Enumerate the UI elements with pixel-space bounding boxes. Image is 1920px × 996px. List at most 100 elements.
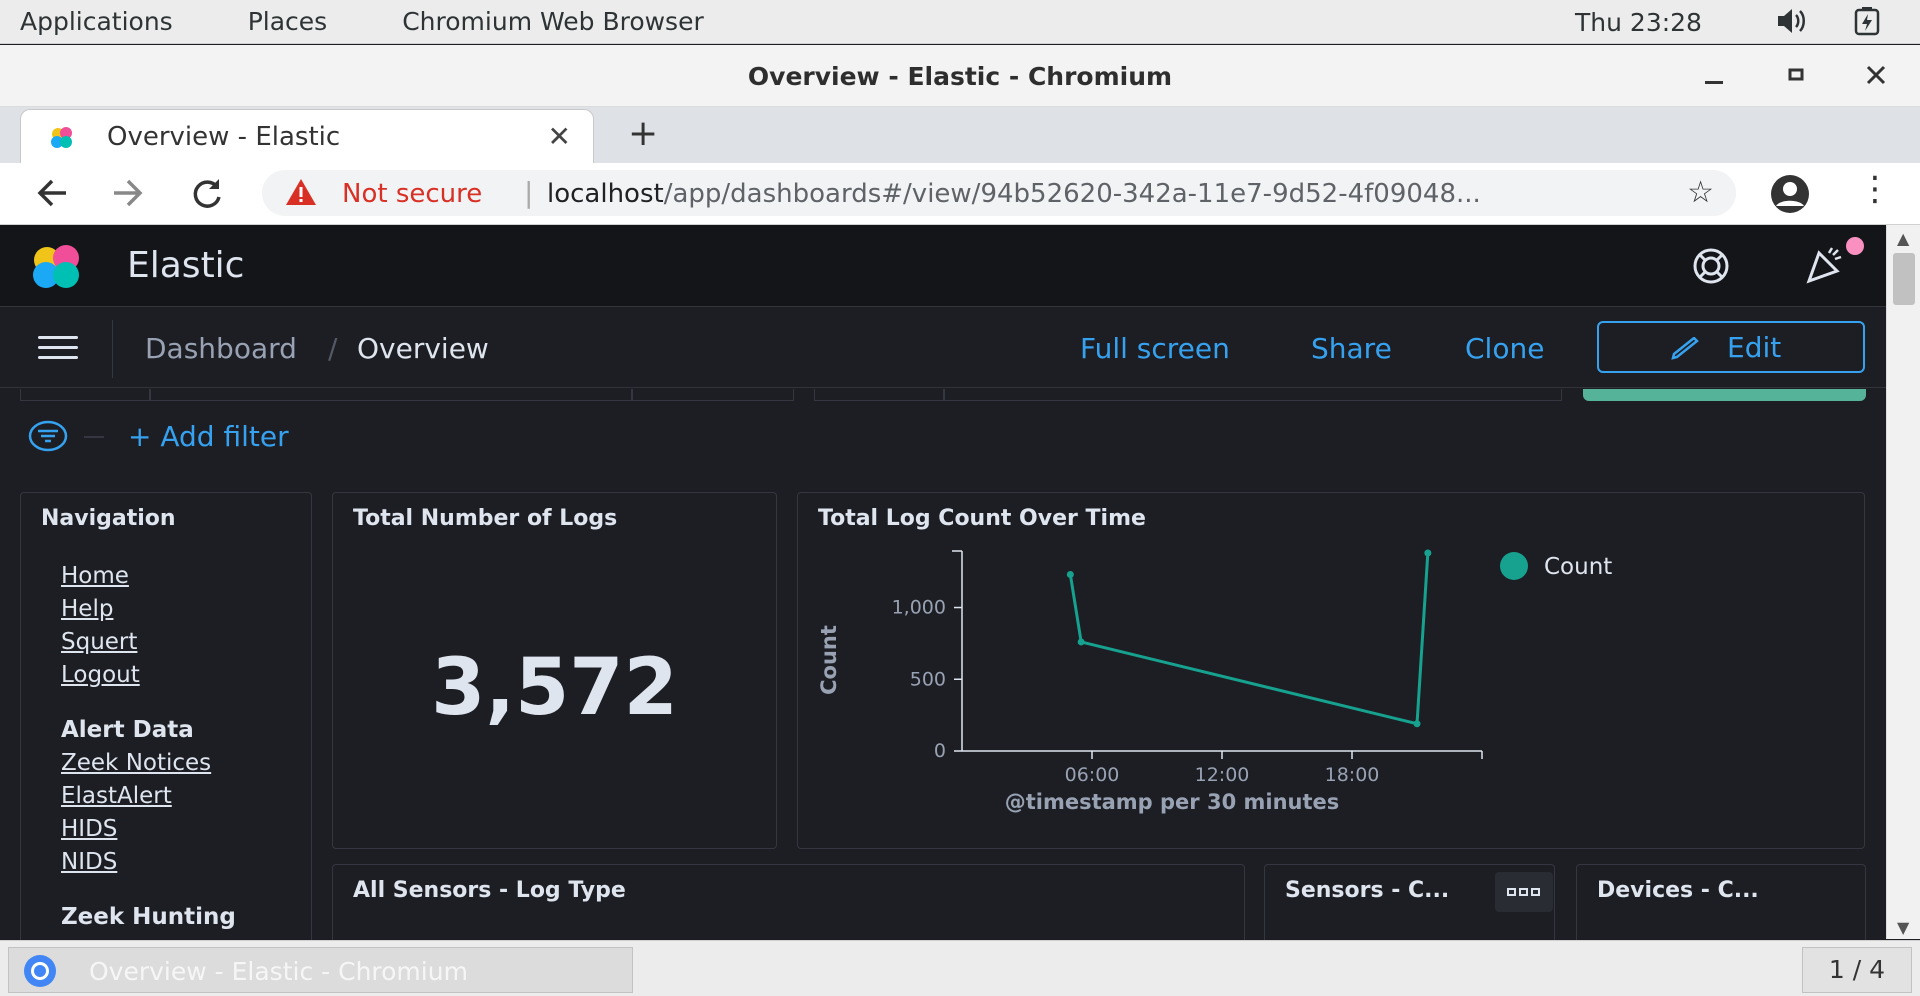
filter-options-icon[interactable] <box>28 420 68 452</box>
y-axis-title: Count <box>817 625 841 695</box>
panel-title: Devices - C... <box>1597 878 1759 903</box>
system-top-bar: Applications Places Chromium Web Browser… <box>0 0 1920 44</box>
panel-title: Total Number of Logs <box>353 506 618 531</box>
line-chart: 0 500 1,000 06:00 12:00 18:00 @timestamp per 3… <box>817 549 1612 814</box>
section-heading-alert-data: Alert Data <box>61 717 194 743</box>
breadcrumb-dashboard[interactable]: Dashboard <box>145 332 297 365</box>
data-point <box>1424 549 1432 557</box>
edit-label: Edit <box>1727 331 1782 364</box>
filter-divider <box>84 436 104 438</box>
navigation-links: Home Help Squert Logout Alert Data Zeek … <box>61 563 236 937</box>
query-segment[interactable] <box>632 389 794 401</box>
nav-link-hids[interactable]: HIDS <box>61 816 236 849</box>
panel-options-icon[interactable] <box>1495 872 1553 912</box>
log-count-chart-panel: Total Log Count Over Time 0 500 1,000 06:00… <box>797 492 1865 849</box>
chromium-icon <box>24 955 56 987</box>
legend-label-count: Count <box>1544 554 1612 580</box>
total-logs-panel: Total Number of Logs 3,572 <box>332 492 777 849</box>
tab-strip: Overview - Elastic ✕ + <box>0 107 1920 163</box>
taskbar-item-chromium[interactable]: Overview - Elastic - Chromium <box>8 947 633 993</box>
refresh-button[interactable] <box>1583 389 1866 401</box>
maximize-icon[interactable] <box>1780 59 1812 91</box>
nav-link-elastalert[interactable]: ElastAlert <box>61 783 236 816</box>
url-separator: | <box>524 176 534 209</box>
taskbar: Overview - Elastic - Chromium 1 / 4 <box>0 940 1920 996</box>
navigation-panel: Navigation Home Help Squert Logout Alert… <box>20 492 312 952</box>
not-secure-label[interactable]: Not secure <box>342 179 482 209</box>
page-scrollbar[interactable]: ▲ ▼ <box>1886 225 1920 939</box>
date-segment[interactable] <box>814 389 944 401</box>
url-path: /app/dashboards#/view/94b52620-342a-11e7… <box>663 179 1481 209</box>
query-segment[interactable] <box>150 389 632 401</box>
nav-link-zeek-notices[interactable]: Zeek Notices <box>61 750 236 783</box>
section-heading-zeek-hunting: Zeek Hunting <box>61 904 236 930</box>
add-filter-button[interactable]: + Add filter <box>128 420 289 453</box>
panel-title: Sensors - C... <box>1285 878 1450 903</box>
reload-icon[interactable] <box>188 173 224 222</box>
newsfeed-icon[interactable] <box>1805 245 1845 293</box>
nav-link-home[interactable]: Home <box>61 563 236 596</box>
warning-icon[interactable] <box>284 177 318 214</box>
places-menu[interactable]: Places <box>248 7 328 36</box>
browser-menu-icon[interactable]: ⋮ <box>1858 169 1892 209</box>
full-screen-button[interactable]: Full screen <box>1080 332 1230 365</box>
clock[interactable]: Thu 23:28 <box>1575 8 1702 37</box>
metric-value: 3,572 <box>431 643 678 733</box>
scroll-thumb[interactable] <box>1893 253 1915 305</box>
kibana-header: Elastic <box>0 225 1886 307</box>
y-tick-label: 0 <box>934 740 946 762</box>
query-segment[interactable] <box>20 389 150 401</box>
divider <box>112 320 113 378</box>
nav-link-help[interactable]: Help <box>61 596 236 629</box>
url-text[interactable]: localhost/app/dashboards#/view/94b52620-… <box>547 179 1481 209</box>
x-tick-label: 18:00 <box>1325 764 1380 786</box>
pencil-icon <box>1671 337 1699 360</box>
panel-title: All Sensors - Log Type <box>353 878 626 903</box>
elastic-icon <box>51 127 72 148</box>
applications-menu[interactable]: Applications <box>20 7 173 36</box>
volume-icon[interactable] <box>1775 6 1811 43</box>
profile-avatar-icon[interactable] <box>1764 173 1816 215</box>
url-host: localhost <box>547 179 664 209</box>
window-title: Overview - Elastic - Chromium <box>747 62 1173 91</box>
legend-swatch <box>1500 552 1528 580</box>
address-bar[interactable]: Not secure | localhost/app/dashboards#/v… <box>262 170 1736 216</box>
close-window-icon[interactable] <box>1860 59 1892 91</box>
scroll-down-icon[interactable]: ▼ <box>1897 918 1909 937</box>
help-lifebuoy-icon[interactable] <box>1690 245 1732 287</box>
edit-button[interactable]: Edit <box>1597 321 1865 373</box>
battery-icon[interactable] <box>1852 6 1882 43</box>
tab-close-icon[interactable]: ✕ <box>548 120 571 153</box>
app-name[interactable]: Elastic <box>127 245 244 286</box>
data-point <box>1077 638 1085 646</box>
date-segment[interactable] <box>944 389 1562 401</box>
tab-overview-elastic[interactable]: Overview - Elastic ✕ <box>20 109 594 163</box>
minimize-icon[interactable] <box>1698 59 1730 91</box>
browser-toolbar: Not secure | localhost/app/dashboards#/v… <box>0 163 1920 225</box>
elastic-logo-icon[interactable] <box>28 243 86 291</box>
data-point <box>1413 720 1421 728</box>
new-tab-icon[interactable]: + <box>628 113 658 154</box>
workspace-pager[interactable]: 1 / 4 <box>1802 947 1912 993</box>
back-icon[interactable] <box>34 173 70 222</box>
menu-hamburger-icon[interactable] <box>38 336 78 360</box>
window-title-bar: Overview - Elastic - Chromium <box>0 45 1920 107</box>
x-tick-label: 06:00 <box>1065 764 1120 786</box>
nav-link-nids[interactable]: NIDS <box>61 849 236 882</box>
nav-link-logout[interactable]: Logout <box>61 662 236 695</box>
y-tick-label: 500 <box>910 668 946 690</box>
clone-button[interactable]: Clone <box>1465 332 1544 365</box>
active-app-menu[interactable]: Chromium Web Browser <box>402 7 704 36</box>
taskbar-item-label: Overview - Elastic - Chromium <box>89 957 468 986</box>
bookmark-star-icon[interactable]: ☆ <box>1687 175 1714 210</box>
scroll-up-icon[interactable]: ▲ <box>1897 229 1909 248</box>
series-line-count <box>1068 552 1430 726</box>
nav-link-squert[interactable]: Squert <box>61 629 236 662</box>
query-bar-partial <box>0 389 1886 403</box>
breadcrumb-overview: Overview <box>357 332 489 365</box>
breadcrumb-separator: / <box>328 332 338 365</box>
share-button[interactable]: Share <box>1311 332 1392 365</box>
filter-bar: + Add filter <box>0 410 1886 462</box>
dashboard-toolbar: Dashboard / Overview Full screen Share C… <box>0 308 1886 388</box>
forward-icon[interactable] <box>110 173 146 222</box>
